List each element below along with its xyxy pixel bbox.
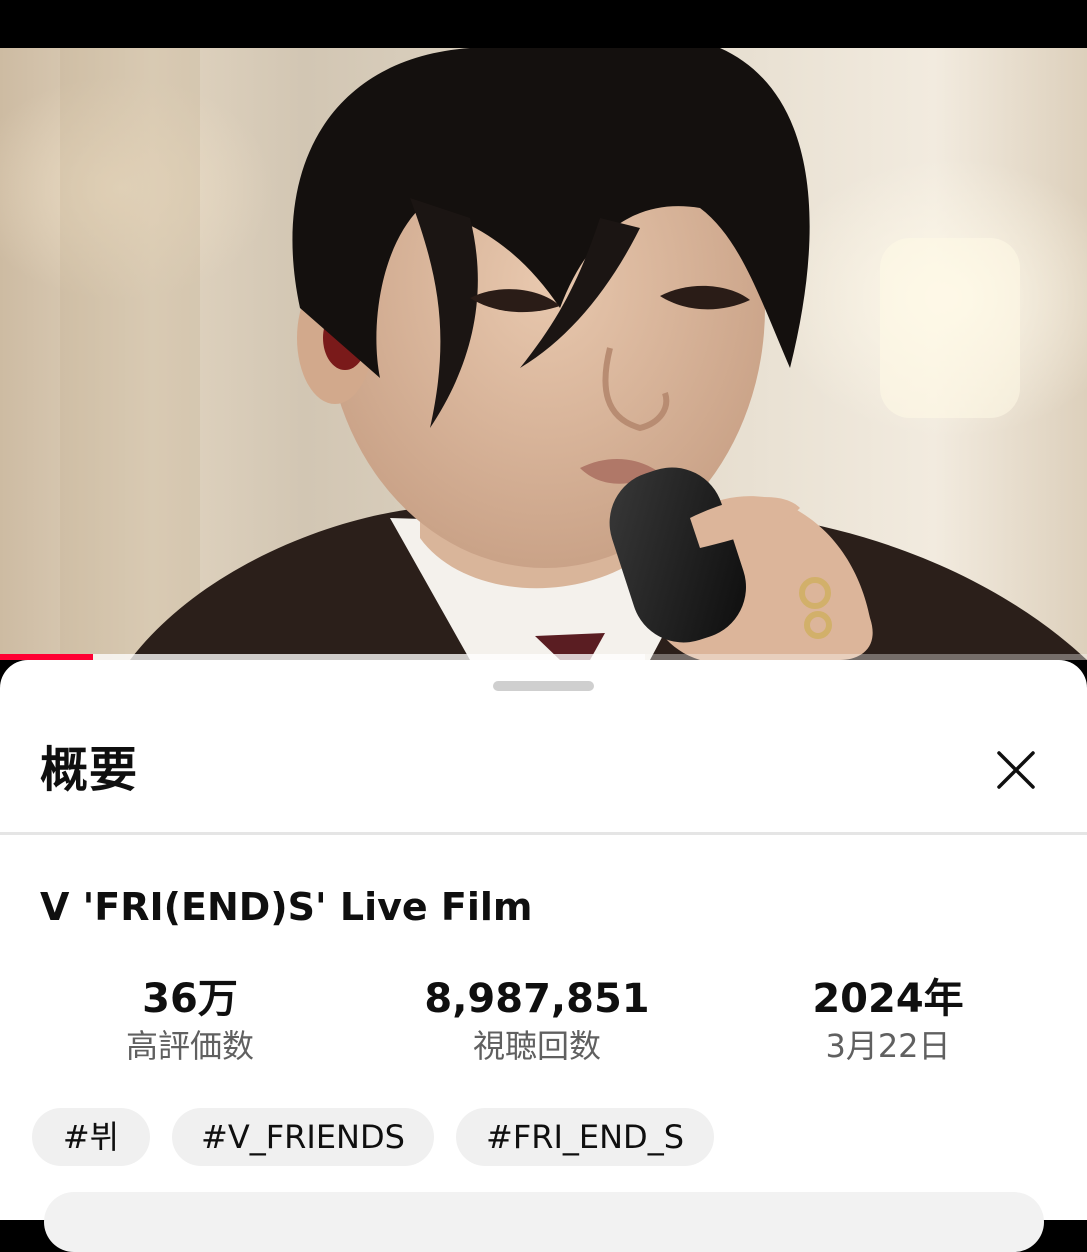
divider bbox=[0, 832, 1087, 835]
hashtag-chip[interactable]: #FRI_END_S bbox=[456, 1108, 714, 1166]
stat-date: 2024年 3月22日 bbox=[738, 974, 1038, 1068]
likes-label: 高評価数 bbox=[125, 1027, 254, 1065]
hashtag-chip[interactable]: #뷔 bbox=[32, 1108, 150, 1166]
stat-likes: 36万 高評価数 bbox=[40, 974, 340, 1068]
close-button[interactable] bbox=[988, 742, 1044, 798]
video-player[interactable] bbox=[0, 48, 1087, 660]
video-frame bbox=[60, 48, 1087, 660]
close-icon bbox=[997, 751, 1035, 789]
description-sheet: 概要 V 'FRI(END)S' Live Film 36万 高評価数 8,98… bbox=[0, 660, 1087, 1252]
date-day: 3月22日 bbox=[825, 1027, 951, 1065]
video-title: V 'FRI(END)S' Live Film bbox=[40, 885, 533, 929]
sheet-title: 概要 bbox=[40, 742, 139, 798]
hashtag-chip[interactable]: #V_FRIENDS bbox=[172, 1108, 434, 1166]
views-label: 視聴回数 bbox=[472, 1027, 601, 1065]
stat-views: 8,987,851 視聴回数 bbox=[387, 974, 687, 1068]
next-section-edge bbox=[44, 1192, 1044, 1252]
date-year: 2024年 bbox=[812, 976, 964, 1022]
drag-handle[interactable] bbox=[493, 681, 594, 691]
views-count: 8,987,851 bbox=[424, 976, 650, 1022]
likes-count: 36万 bbox=[142, 976, 238, 1022]
